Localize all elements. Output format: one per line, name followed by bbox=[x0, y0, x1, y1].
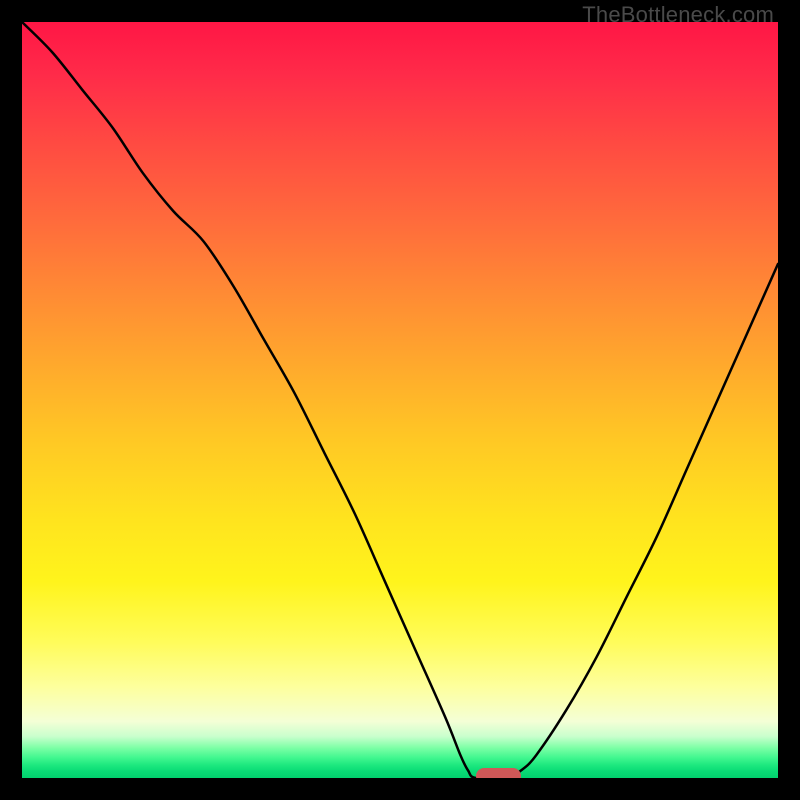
optimum-marker bbox=[476, 768, 521, 778]
plot-area bbox=[22, 22, 778, 778]
chart-frame: TheBottleneck.com bbox=[0, 0, 800, 800]
bottleneck-curve-svg bbox=[22, 22, 778, 778]
bottleneck-curve bbox=[22, 22, 778, 778]
